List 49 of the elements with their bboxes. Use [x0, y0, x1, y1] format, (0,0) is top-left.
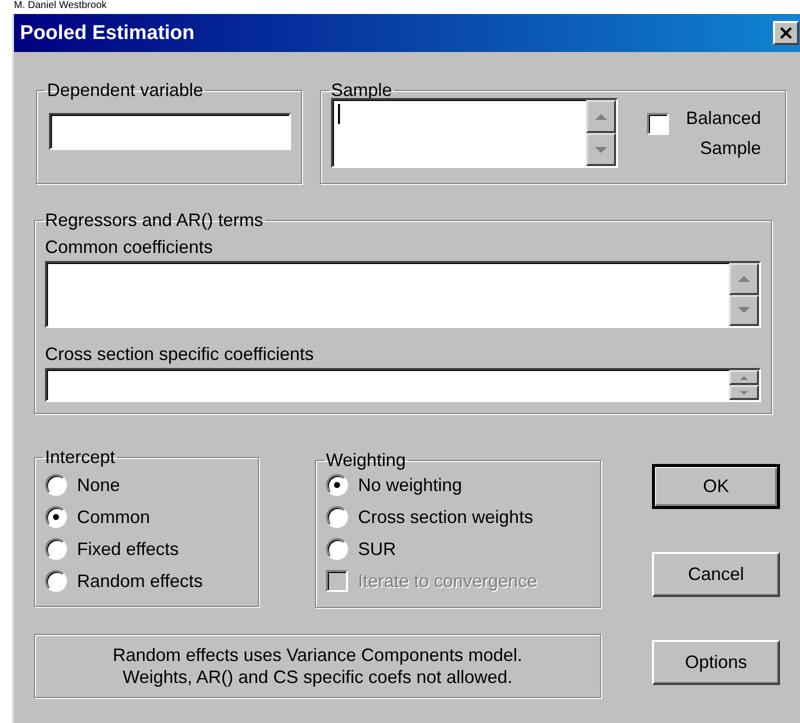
- group-label: Weighting: [325, 450, 407, 470]
- scroll-down-button[interactable]: [586, 133, 616, 166]
- group-label: Dependent variable: [46, 80, 204, 100]
- close-icon: [779, 27, 793, 39]
- radio-label[interactable]: No weighting: [358, 474, 462, 496]
- radio-label[interactable]: Common: [77, 506, 150, 528]
- scroll-down-button[interactable]: [729, 385, 759, 400]
- radio-button[interactable]: [45, 474, 67, 496]
- checkbox-label: Iterate to convergence: [358, 570, 538, 592]
- radio-label[interactable]: Fixed effects: [77, 538, 179, 560]
- up-triangle-icon: [595, 114, 607, 120]
- sample-field[interactable]: [331, 98, 618, 168]
- checkbox-label: Balanced Sample: [684, 107, 761, 160]
- balanced-sample-checkbox[interactable]: [647, 113, 669, 135]
- radio-button[interactable]: [326, 538, 348, 560]
- radio-label[interactable]: SUR: [358, 538, 396, 560]
- ok-button[interactable]: OK: [652, 464, 780, 509]
- scroll-down-button[interactable]: [729, 294, 759, 326]
- up-triangle-icon: [740, 376, 748, 380]
- group-label: Sample: [330, 80, 394, 100]
- down-triangle-icon: [595, 146, 607, 152]
- options-button[interactable]: Options: [652, 640, 780, 685]
- scroll-up-button[interactable]: [586, 100, 616, 133]
- radio-button[interactable]: [326, 506, 348, 528]
- field-label: Common coefficients: [45, 236, 214, 258]
- radio-button[interactable]: [45, 506, 67, 528]
- text-cursor: [338, 104, 340, 124]
- radio-label[interactable]: None: [77, 474, 120, 496]
- group-label: Intercept: [44, 447, 116, 467]
- scroll-up-button[interactable]: [729, 263, 759, 294]
- radio-button[interactable]: [45, 538, 67, 560]
- radio-button[interactable]: [326, 474, 348, 496]
- window-title: Pooled Estimation: [20, 22, 194, 44]
- close-button[interactable]: [773, 21, 799, 45]
- up-triangle-icon: [738, 276, 750, 282]
- radio-label[interactable]: Random effects: [77, 570, 203, 592]
- cross-section-coefficients-field[interactable]: [45, 368, 761, 402]
- radio-label[interactable]: Cross section weights: [358, 506, 534, 528]
- down-triangle-icon: [738, 307, 750, 314]
- background-text: M. Daniel Westbrook: [14, 0, 107, 12]
- info-message: Random effects uses Variance Components model. Weights, AR() and CS specific coefs not allowed.: [34, 634, 601, 698]
- dependent-variable-field[interactable]: [49, 113, 291, 150]
- common-coefficients-field[interactable]: [45, 261, 761, 328]
- radio-button[interactable]: [45, 570, 67, 592]
- cancel-button[interactable]: Cancel: [652, 552, 780, 597]
- group-label: Regressors and AR() terms: [44, 210, 264, 230]
- scroll-up-button[interactable]: [729, 370, 759, 385]
- down-triangle-icon: [740, 390, 748, 394]
- field-label: Cross section specific coefficients: [45, 343, 315, 365]
